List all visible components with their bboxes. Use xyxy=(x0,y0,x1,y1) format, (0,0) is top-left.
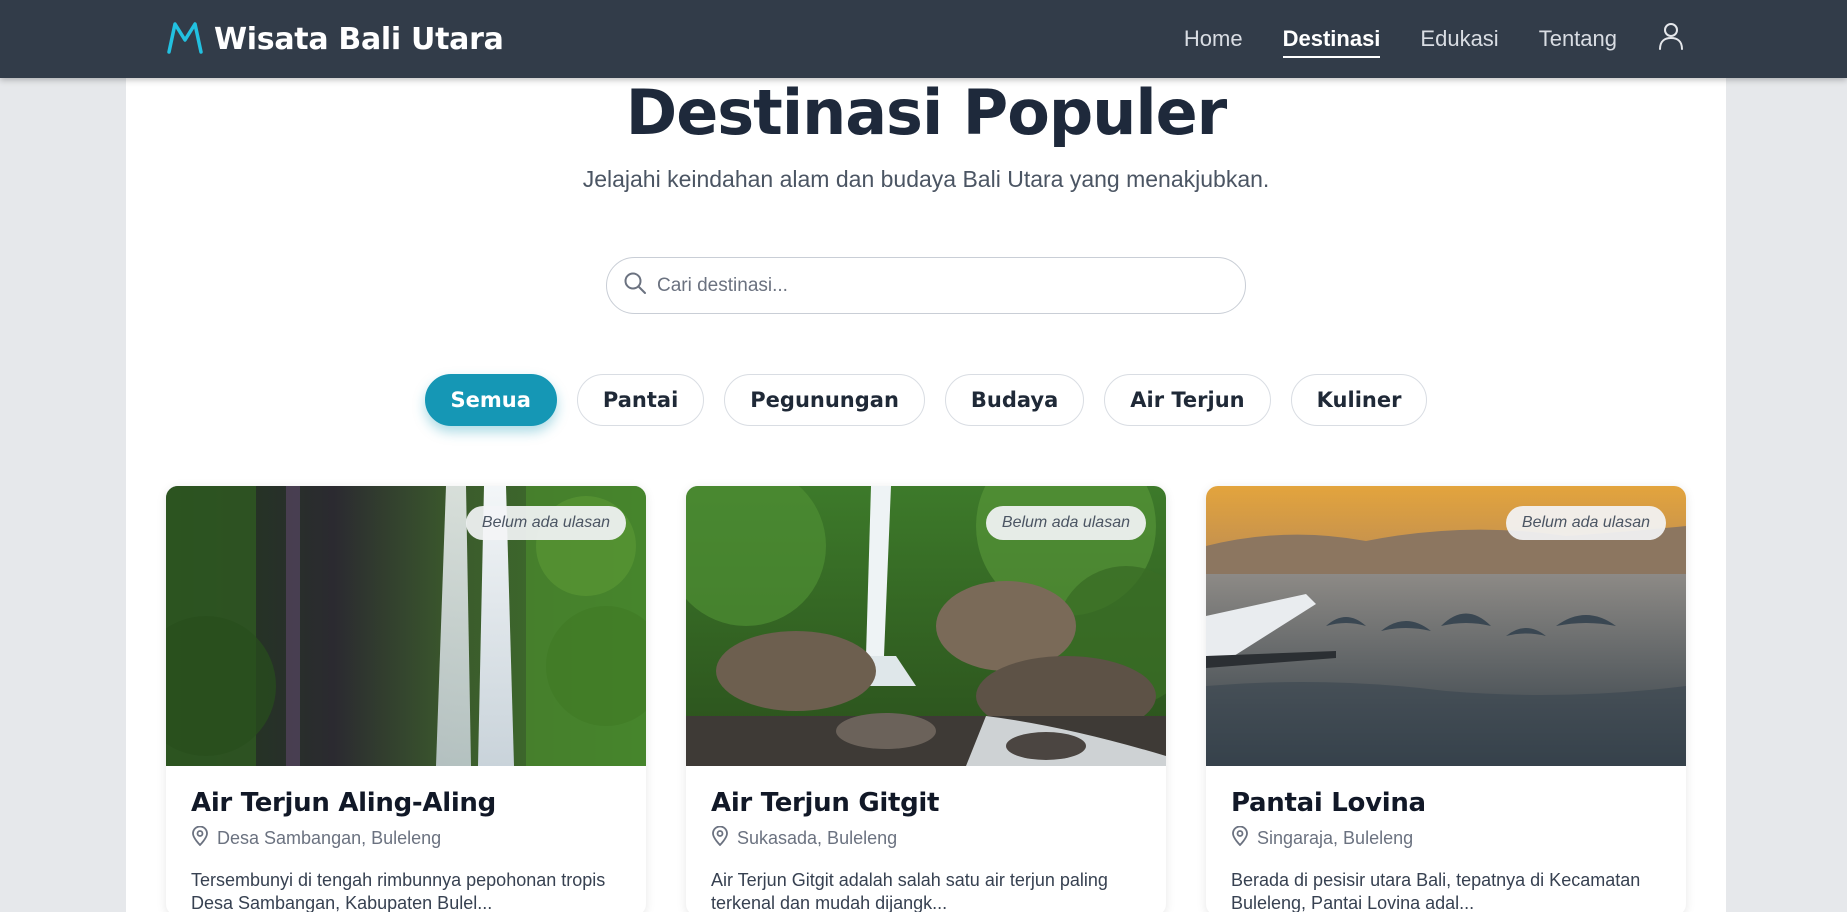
page-subtitle: Jelajahi keindahan alam dan budaya Bali … xyxy=(582,166,1270,192)
nav-link-edukasi[interactable]: Edukasi xyxy=(1420,20,1498,58)
destination-card[interactable]: Belum ada ulasan Pantai Lovina Singaraja… xyxy=(1206,486,1686,912)
filter-chip-pegunungan[interactable]: Pegunungan xyxy=(724,374,925,426)
card-title[interactable]: Air Terjun Aling-Aling xyxy=(191,788,621,818)
destination-image: Belum ada ulasan xyxy=(1206,486,1686,766)
search-input[interactable] xyxy=(657,274,1217,297)
card-title[interactable]: Air Terjun Gitgit xyxy=(711,788,1141,818)
filter-chip-kuliner[interactable]: Kuliner xyxy=(1290,374,1428,426)
user-account-button[interactable] xyxy=(1655,22,1687,54)
user-icon xyxy=(1658,22,1684,55)
filter-chip-semua[interactable]: Semua xyxy=(424,374,557,426)
map-pin-icon xyxy=(711,825,729,851)
card-location: Desa Sambangan, Buleleng xyxy=(191,825,621,851)
mountain-logo-icon xyxy=(166,20,204,59)
nav-link-destinasi[interactable]: Destinasi xyxy=(1282,20,1380,58)
review-status-badge: Belum ada ulasan xyxy=(1505,506,1666,540)
brand-logo-link[interactable]: Wisata Bali Utara xyxy=(166,18,504,60)
filter-chip-budaya[interactable]: Budaya xyxy=(944,374,1085,426)
map-pin-icon xyxy=(191,825,209,851)
card-location: Sukasada, Buleleng xyxy=(711,825,1141,851)
card-description: Berada di pesisir utara Bali, tepatnya d… xyxy=(1231,870,1641,912)
page-title: Destinasi Populer xyxy=(625,76,1227,149)
main-nav: Home Destinasi Edukasi Tentang xyxy=(1184,0,1617,78)
filter-chip-air-terjun[interactable]: Air Terjun xyxy=(1104,374,1271,426)
card-title[interactable]: Pantai Lovina xyxy=(1231,788,1661,818)
card-location-text: Singaraja, Buleleng xyxy=(1257,828,1414,848)
review-status-badge: Belum ada ulasan xyxy=(985,506,1146,540)
search-bar[interactable] xyxy=(606,257,1246,314)
filter-chip-pantai[interactable]: Pantai xyxy=(576,374,705,426)
destination-image: Belum ada ulasan xyxy=(166,486,646,766)
review-status-badge: Belum ada ulasan xyxy=(465,506,626,540)
brand-title: Wisata Bali Utara xyxy=(214,21,504,57)
main-content: Destinasi Populer Jelajahi keindahan ala… xyxy=(126,76,1726,912)
card-description: Air Terjun Gitgit adalah salah satu air … xyxy=(711,870,1108,912)
destination-card[interactable]: Belum ada ulasan Air Terjun Gitgit Sukas… xyxy=(686,486,1166,912)
destination-card[interactable]: Belum ada ulasan Air Terjun Aling-Aling … xyxy=(166,486,646,912)
map-pin-icon xyxy=(1231,825,1249,851)
card-location-text: Desa Sambangan, Buleleng xyxy=(217,828,442,848)
search-icon xyxy=(623,271,647,300)
top-navbar: Wisata Bali Utara Home Destinasi Edukasi… xyxy=(0,0,1847,78)
destination-image: Belum ada ulasan xyxy=(686,486,1166,766)
category-filters: Semua Pantai Pegunungan Budaya Air Terju… xyxy=(126,374,1726,426)
card-location-text: Sukasada, Buleleng xyxy=(737,828,898,848)
card-description: Tersembunyi di tengah rimbunnya pepohona… xyxy=(191,870,606,912)
nav-link-tentang[interactable]: Tentang xyxy=(1539,20,1617,58)
card-location: Singaraja, Buleleng xyxy=(1231,825,1661,851)
nav-link-home[interactable]: Home xyxy=(1184,20,1243,58)
